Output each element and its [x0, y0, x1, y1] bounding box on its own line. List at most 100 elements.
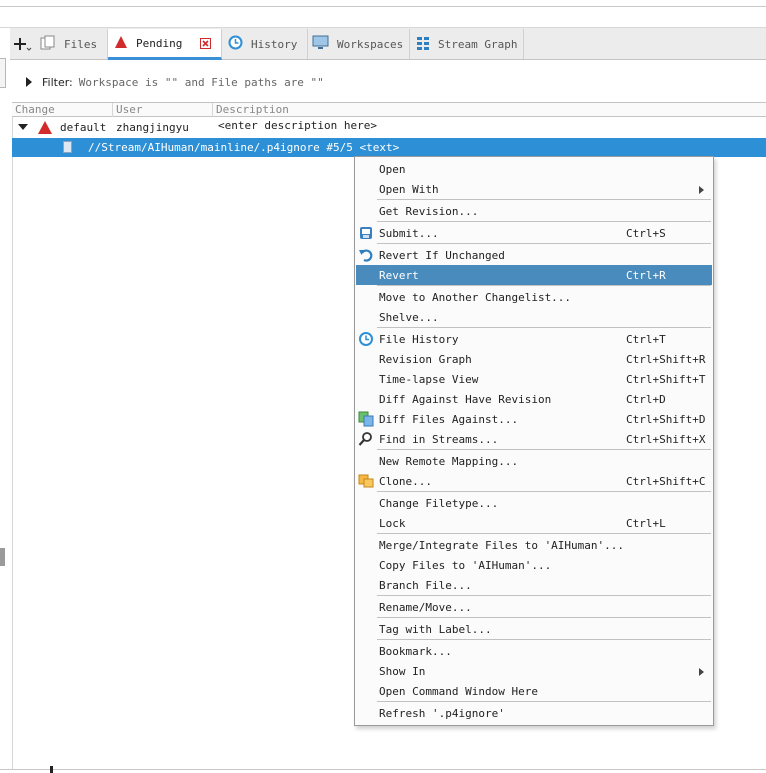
- menu-item-label: Open Command Window Here: [379, 685, 538, 698]
- menu-item-open[interactable]: Open: [356, 159, 712, 179]
- menu-shortcut: Ctrl+S: [626, 227, 666, 240]
- menu-item-label: Clone...: [379, 475, 432, 488]
- filter-text: Workspace is "" and File paths are "": [78, 75, 324, 89]
- revert-arrow-icon: [358, 247, 374, 263]
- clone-icon: [358, 473, 374, 489]
- tab-workspaces-label: Workspaces: [337, 37, 404, 51]
- menu-item-label: Submit...: [379, 227, 439, 240]
- menu-item-submit[interactable]: Submit... Ctrl+S: [356, 223, 712, 243]
- plus-icon: [14, 38, 32, 51]
- menu-separator: [377, 533, 711, 534]
- menu-item-refresh[interactable]: Refresh '.p4ignore': [356, 703, 712, 723]
- filter-bar[interactable]: Filter: Workspace is "" and File paths a…: [26, 74, 324, 90]
- changelist-row[interactable]: default zhangjingyu <enter description h…: [12, 118, 766, 138]
- menu-item-label: Shelve...: [379, 311, 439, 324]
- menu-separator: [377, 199, 711, 200]
- diff-files-icon: [358, 411, 374, 427]
- menu-item-label: Diff Files Against...: [379, 413, 519, 426]
- column-header-change[interactable]: Change: [12, 103, 112, 117]
- tab-pending-label: Pending: [136, 36, 183, 50]
- filter-expand-icon[interactable]: [26, 77, 32, 87]
- tab-history-label: History: [251, 37, 298, 51]
- menu-separator: [377, 327, 711, 328]
- menu-item-open-with[interactable]: Open With: [356, 179, 712, 199]
- menu-item-label: Refresh '.p4ignore': [379, 707, 505, 720]
- menu-item-clone[interactable]: Clone... Ctrl+Shift+C: [356, 471, 712, 491]
- history-clock-icon: [228, 35, 243, 53]
- menu-item-label: Revert: [379, 269, 419, 282]
- menu-item-copy-files[interactable]: Copy Files to 'AIHuman'...: [356, 555, 712, 575]
- menu-item-label: Change Filetype...: [379, 497, 499, 510]
- close-tab-icon[interactable]: [200, 38, 211, 52]
- menu-item-change-filetype[interactable]: Change Filetype...: [356, 493, 712, 513]
- menu-item-label: Lock: [379, 517, 406, 530]
- menu-item-revert-if-unchanged[interactable]: Revert If Unchanged: [356, 245, 712, 265]
- menu-item-revision-graph[interactable]: Revision Graph Ctrl+Shift+R: [356, 349, 712, 369]
- menu-item-label: Rename/Move...: [379, 601, 472, 614]
- menu-item-open-command-window[interactable]: Open Command Window Here: [356, 681, 712, 701]
- menu-shortcut: Ctrl+Shift+X: [626, 433, 706, 446]
- menu-item-get-revision[interactable]: Get Revision...: [356, 201, 712, 221]
- bottom-divider: [0, 769, 766, 770]
- tab-workspaces[interactable]: Workspaces: [308, 29, 410, 59]
- menu-separator: [377, 595, 711, 596]
- menu-item-find-in-streams[interactable]: Find in Streams... Ctrl+Shift+X: [356, 429, 712, 449]
- column-header-description[interactable]: Description: [212, 103, 766, 117]
- menu-item-time-lapse-view[interactable]: Time-lapse View Ctrl+Shift+T: [356, 369, 712, 389]
- bottom-resize-handle[interactable]: [50, 766, 53, 773]
- menu-item-label: File History: [379, 333, 459, 346]
- menu-item-new-remote-mapping[interactable]: New Remote Mapping...: [356, 451, 712, 471]
- menu-item-label: Tag with Label...: [379, 623, 492, 636]
- menu-item-rename-move[interactable]: Rename/Move...: [356, 597, 712, 617]
- menu-item-branch-file[interactable]: Branch File...: [356, 575, 712, 595]
- menu-shortcut: Ctrl+Shift+D: [626, 413, 706, 426]
- menu-item-file-history[interactable]: File History Ctrl+T: [356, 329, 712, 349]
- menu-item-label: Merge/Integrate Files to 'AIHuman'...: [379, 539, 625, 552]
- pending-changelist-icon: [114, 35, 128, 52]
- menu-shortcut: Ctrl+T: [626, 333, 666, 346]
- menu-item-label: Diff Against Have Revision: [379, 393, 552, 406]
- submenu-arrow-icon: [699, 186, 704, 194]
- menu-separator: [377, 491, 711, 492]
- menu-item-label: Copy Files to 'AIHuman'...: [379, 559, 552, 572]
- menu-item-tag-with-label[interactable]: Tag with Label...: [356, 619, 712, 639]
- context-menu: Open Open With Get Revision... Submit...…: [354, 156, 714, 726]
- menu-item-label: Open With: [379, 183, 439, 196]
- menu-separator: [377, 617, 711, 618]
- menu-item-label: Branch File...: [379, 579, 472, 592]
- tab-files[interactable]: Files: [34, 29, 108, 59]
- menu-item-show-in[interactable]: Show In: [356, 661, 712, 681]
- left-panel-edge: [0, 58, 6, 88]
- menu-shortcut: Ctrl+D: [626, 393, 666, 406]
- menu-item-move-to-changelist[interactable]: Move to Another Changelist...: [356, 287, 712, 307]
- tab-history[interactable]: History: [222, 29, 308, 59]
- history-clock-icon: [358, 331, 374, 347]
- menu-item-shelve[interactable]: Shelve...: [356, 307, 712, 327]
- menu-item-bookmark[interactable]: Bookmark...: [356, 641, 712, 661]
- top-toolbar-strip: [0, 0, 766, 28]
- menu-item-revert[interactable]: Revert Ctrl+R: [356, 265, 712, 285]
- top-divider: [0, 6, 766, 7]
- menu-item-label: Open: [379, 163, 406, 176]
- menu-item-lock[interactable]: Lock Ctrl+L: [356, 513, 712, 533]
- tab-stream-graph[interactable]: Stream Graph: [410, 29, 524, 59]
- menu-item-label: Bookmark...: [379, 645, 452, 658]
- menu-shortcut: Ctrl+L: [626, 517, 666, 530]
- menu-item-diff-files-against[interactable]: Diff Files Against... Ctrl+Shift+D: [356, 409, 712, 429]
- menu-item-label: Revision Graph: [379, 353, 472, 366]
- left-splitter-grip[interactable]: [0, 548, 5, 566]
- menu-item-diff-against-have[interactable]: Diff Against Have Revision Ctrl+D: [356, 389, 712, 409]
- files-icon: [40, 35, 56, 54]
- column-header-user[interactable]: User: [112, 103, 212, 117]
- submit-icon: [358, 225, 374, 241]
- menu-shortcut: Ctrl+Shift+C: [626, 475, 706, 488]
- menu-separator: [377, 285, 711, 286]
- tab-pending[interactable]: Pending: [108, 29, 222, 60]
- menu-separator: [377, 701, 711, 702]
- tab-stream-graph-label: Stream Graph: [438, 37, 518, 51]
- menu-item-label: Get Revision...: [379, 205, 479, 218]
- file-row-selected[interactable]: //Stream/AIHuman/mainline/.p4ignore #5/5…: [12, 138, 766, 157]
- collapse-arrow-icon[interactable]: [18, 124, 28, 130]
- add-tab-button[interactable]: [14, 29, 34, 59]
- menu-item-merge-integrate[interactable]: Merge/Integrate Files to 'AIHuman'...: [356, 535, 712, 555]
